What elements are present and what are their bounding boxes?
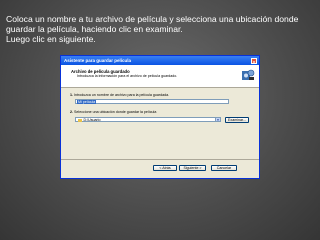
browse-button[interactable]: Examinar... xyxy=(225,117,249,123)
back-button[interactable]: < Atrás xyxy=(153,165,177,171)
caption-line-1: Coloca un nombre a tu archivo de películ… xyxy=(6,14,299,24)
save-movie-wizard-window: Asistente para guardar película x Archiv… xyxy=(60,55,260,179)
wizard-footer: < Atrás Siguiente > Cancelar xyxy=(61,159,259,178)
window-titlebar: Asistente para guardar película x xyxy=(61,56,259,65)
save-location-dropdown[interactable]: D:\Usuario ▼ xyxy=(75,117,221,122)
caption-line-3: Luego clic en siguiente. xyxy=(6,34,96,45)
film-reel-icon xyxy=(242,69,255,80)
wizard-header: Archivo de película guardado Introduzca … xyxy=(61,65,259,88)
window-title: Asistente para guardar película xyxy=(64,58,132,63)
cancel-button[interactable]: Cancelar xyxy=(211,165,237,171)
instruction-caption: Coloca un nombre a tu archivo de películ… xyxy=(6,14,316,45)
step-2-number: 2. xyxy=(70,110,73,114)
close-button[interactable]: x xyxy=(251,57,257,64)
step-1-label: 1. Introduzca un nombre de archivo para … xyxy=(70,93,169,97)
step-2-label: 2. Seleccione una ubicación donde guarda… xyxy=(70,110,156,114)
folder-icon xyxy=(77,118,82,122)
step-1-text: Introduzca un nombre de archivo para la … xyxy=(74,93,170,97)
movie-filename-value: Mi película xyxy=(77,100,97,104)
step-1-number: 1. xyxy=(70,93,73,97)
save-location-value: D:\Usuario xyxy=(83,118,101,122)
next-button[interactable]: Siguiente > xyxy=(179,165,206,171)
caption-line-2: guardar la película, haciendo clic en ex… xyxy=(6,24,183,35)
step-2-text: Seleccione una ubicación donde guardar l… xyxy=(74,110,157,114)
movie-filename-input[interactable]: Mi película xyxy=(75,99,229,104)
chevron-down-icon[interactable]: ▼ xyxy=(215,118,220,122)
wizard-header-subtitle: Introduzca la información para el archiv… xyxy=(77,74,178,78)
